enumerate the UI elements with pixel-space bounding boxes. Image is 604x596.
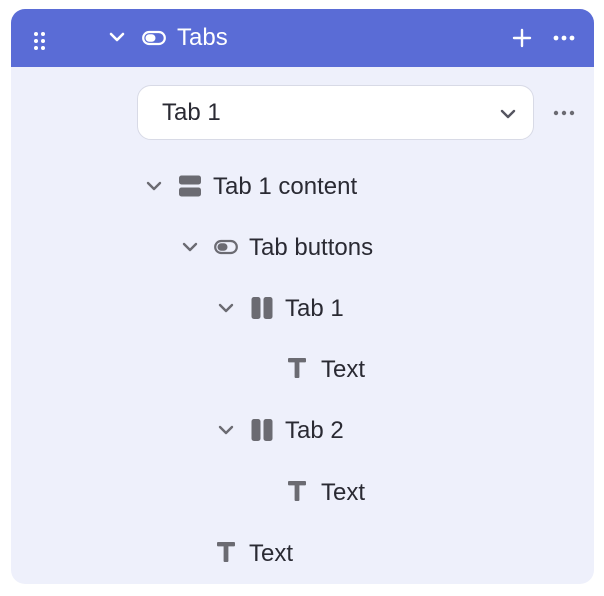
tree-item-label: Tab buttons [249, 234, 374, 261]
tabs-component-icon [142, 30, 166, 46]
component-title: Tabs [177, 24, 228, 51]
active-tab-select[interactable]: Tab 1 [137, 85, 534, 140]
active-tab-value: Tab 1 [162, 99, 221, 126]
drag-handle-icon[interactable] [33, 31, 47, 51]
chevron-down-icon[interactable] [218, 302, 234, 314]
text-icon [216, 541, 236, 563]
columns-icon [250, 418, 274, 442]
panel-header: Tabs [11, 9, 594, 67]
chevron-down-icon [500, 108, 516, 120]
chevron-down-icon[interactable] [218, 424, 234, 436]
tree-item-label: Text [321, 356, 366, 383]
select-more-options-icon[interactable] [553, 109, 575, 117]
collapse-chevron-icon[interactable] [109, 31, 125, 43]
tree-item-label: Tab 2 [285, 417, 344, 444]
tabs-panel: Tabs Tab 1 Tab 1 content Tab buttons Tab… [11, 9, 594, 584]
columns-icon [250, 296, 274, 320]
stack-icon [178, 174, 202, 198]
tree-item-label: Text [321, 479, 366, 506]
text-icon [287, 480, 307, 502]
text-icon [287, 357, 307, 379]
tree-item-label: Tab 1 [285, 295, 344, 322]
chevron-down-icon[interactable] [146, 180, 162, 192]
tree-item-label: Text [249, 540, 294, 567]
more-options-icon[interactable] [553, 34, 575, 42]
toggle-button-icon [214, 239, 238, 255]
plus-icon[interactable] [512, 28, 532, 48]
tree-item-label: Tab 1 content [213, 173, 358, 200]
chevron-down-icon[interactable] [182, 241, 198, 253]
